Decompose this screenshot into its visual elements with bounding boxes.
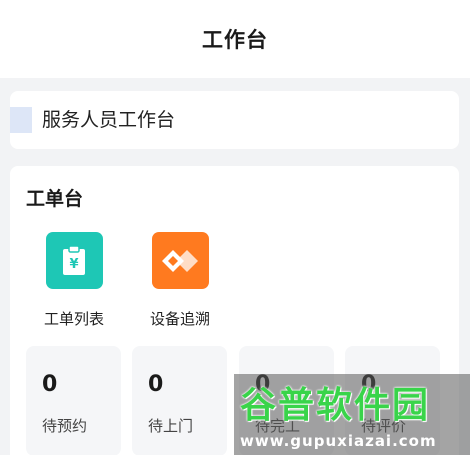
work-order-list-label: 工单列表	[43, 310, 104, 328]
work-order-panel: 工单台 ¥ 工单列表 设备追溯 0 待预约 0 待上门 0 待完工 0 待评价	[10, 166, 459, 455]
stat-label: 待评价	[361, 417, 407, 435]
stat-label: 待上门	[148, 417, 194, 435]
section-title: 工单台	[26, 188, 84, 210]
device-trace-shortcut[interactable]: 设备追溯	[130, 232, 230, 332]
role-label: 服务人员工作台	[42, 109, 176, 131]
stat-count: 0	[361, 372, 377, 397]
page-title: 工作台	[202, 28, 268, 52]
stat-pending-visit[interactable]: 0 待上门	[132, 346, 227, 455]
stat-count: 0	[255, 372, 271, 397]
stat-label: 待完工	[255, 417, 301, 435]
work-order-list-shortcut[interactable]: ¥ 工单列表	[24, 232, 124, 332]
navigation-bar: 工作台	[0, 0, 470, 78]
stat-count: 0	[42, 372, 58, 397]
stat-pending-appointment[interactable]: 0 待预约	[26, 346, 121, 455]
stat-count: 0	[148, 372, 164, 397]
svg-text:¥: ¥	[69, 257, 78, 272]
stat-label: 待预约	[42, 417, 88, 435]
device-trace-label: 设备追溯	[149, 310, 210, 328]
stat-pending-review[interactable]: 0 待评价	[345, 346, 440, 455]
role-highlight	[10, 107, 32, 133]
role-card[interactable]: 服务人员工作台	[10, 91, 459, 149]
clipboard-yen-icon: ¥	[45, 232, 103, 289]
trace-diamond-icon	[151, 232, 209, 289]
stat-pending-completion[interactable]: 0 待完工	[239, 346, 334, 455]
